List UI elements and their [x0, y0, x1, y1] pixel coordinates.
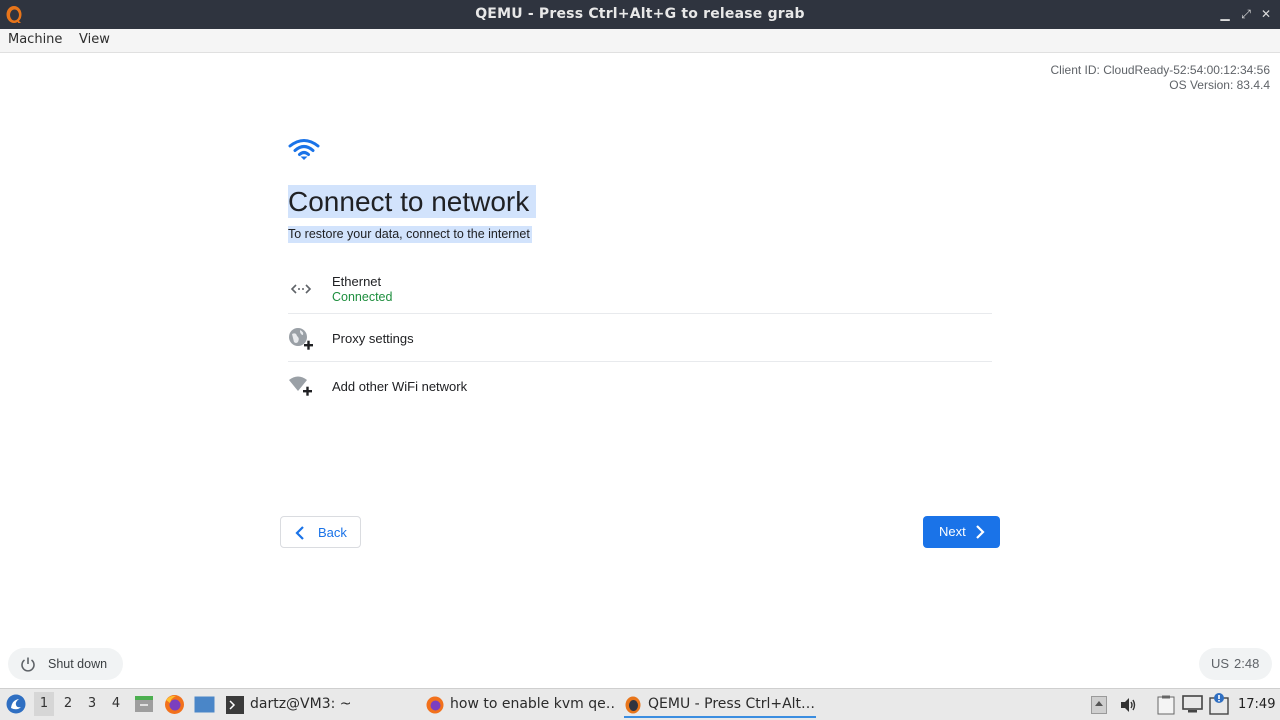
wifi-plus-icon — [289, 376, 312, 396]
network-item-ethernet[interactable]: Ethernet Connected — [288, 265, 992, 314]
file-manager-icon[interactable] — [134, 695, 154, 713]
task-qemu-label: QEMU - Press Ctrl+Alt… — [648, 696, 816, 712]
task-firefox[interactable]: how to enable kvm qe… — [426, 692, 616, 718]
network-item-proxy[interactable]: Proxy settings — [288, 314, 992, 362]
network-icon[interactable] — [1182, 695, 1203, 714]
power-icon — [21, 657, 35, 672]
shutdown-label: Shut down — [48, 657, 108, 671]
minimize-button[interactable]: ▁ — [1217, 6, 1233, 22]
menu-machine[interactable]: Machine — [8, 32, 62, 47]
back-button[interactable]: Back — [280, 516, 361, 548]
start-menu-icon[interactable] — [6, 694, 26, 714]
ethernet-icon — [290, 284, 312, 294]
next-button[interactable]: Next — [923, 516, 1000, 548]
tray-up-icon[interactable] — [1091, 696, 1107, 714]
task-firefox-label: how to enable kvm qe… — [450, 696, 616, 712]
clipboard-icon[interactable] — [1157, 695, 1175, 715]
proxy-settings-label: Proxy settings — [332, 331, 414, 346]
status-tray[interactable]: US 2:48 — [1199, 648, 1272, 680]
workspace-3[interactable]: 3 — [82, 696, 102, 711]
workspace-4[interactable]: 4 — [106, 696, 126, 711]
host-taskbar: 1 2 3 4 dartz@VM3: ~ how to enable kvm q… — [0, 688, 1280, 720]
wifi-icon — [288, 139, 320, 160]
keyboard-layout: US — [1211, 656, 1230, 671]
globe-plus-icon — [289, 328, 313, 350]
firefox-icon — [426, 696, 444, 714]
next-label: Next — [939, 524, 966, 539]
system-clock[interactable]: 17:49 — [1238, 697, 1275, 712]
chevron-left-icon — [295, 526, 304, 540]
maximize-button[interactable]: ⤢ — [1238, 6, 1254, 22]
shutdown-button[interactable]: Shut down — [8, 648, 123, 680]
ethernet-label: Ethernet — [332, 274, 382, 289]
task-terminal-label: dartz@VM3: ~ — [250, 696, 352, 712]
os-version: OS Version: 83.4.4 — [1169, 78, 1270, 92]
guest-clock: 2:48 — [1234, 656, 1260, 671]
workspace-2[interactable]: 2 — [58, 696, 78, 711]
guest-screen: Client ID: CloudReady-52:54:00:12:34:56 … — [0, 53, 1280, 688]
workspace-1[interactable]: 1 — [34, 692, 54, 716]
volume-icon[interactable] — [1119, 696, 1137, 714]
back-label: Back — [318, 525, 347, 540]
network-item-add-wifi[interactable]: Add other WiFi network — [288, 362, 992, 410]
ethernet-status: Connected — [332, 290, 393, 304]
chevron-right-icon — [976, 525, 985, 539]
page-subtitle: To restore your data, connect to the int… — [288, 226, 532, 243]
window-title: QEMU - Press Ctrl+Alt+G to release grab — [475, 6, 805, 22]
menu-view[interactable]: View — [79, 32, 110, 47]
task-terminal[interactable]: dartz@VM3: ~ — [226, 692, 416, 718]
client-info: Client ID: CloudReady-52:54:00:12:34:56 … — [1051, 63, 1270, 93]
firefox-icon[interactable] — [164, 694, 185, 715]
terminal-icon — [226, 696, 244, 714]
window-titlebar: QEMU - Press Ctrl+Alt+G to release grab … — [0, 0, 1280, 29]
add-wifi-label: Add other WiFi network — [332, 379, 468, 394]
network-list: Ethernet Connected Proxy settings Add ot… — [288, 265, 992, 410]
page-title: Connect to network — [288, 185, 537, 218]
menubar: Machine View — [0, 29, 1280, 53]
qemu-icon — [625, 696, 641, 714]
client-id: Client ID: CloudReady-52:54:00:12:34:56 — [1050, 63, 1270, 77]
notification-icon[interactable] — [1209, 693, 1229, 715]
task-qemu[interactable]: QEMU - Press Ctrl+Alt… — [624, 692, 816, 718]
close-button[interactable]: ✕ — [1258, 6, 1274, 22]
desktop-icon[interactable] — [194, 696, 215, 713]
